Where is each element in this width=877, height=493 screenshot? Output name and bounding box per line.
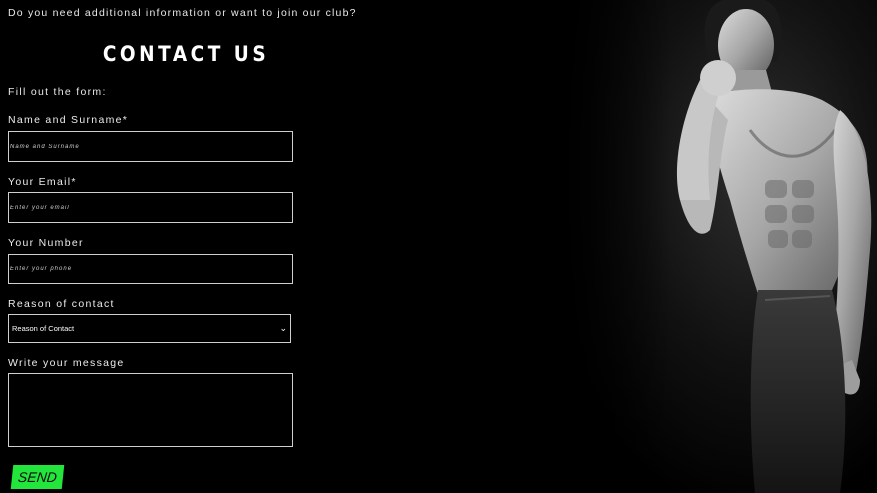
name-input[interactable] [8,131,293,162]
reason-select[interactable]: Reason of Contact ⌄ [8,314,291,343]
intro-text: Do you need additional information or wa… [8,7,357,19]
phone-input[interactable] [8,254,293,284]
phone-label: Your Number [8,237,84,249]
bodybuilder-hero-image [560,0,877,493]
message-textarea[interactable] [8,373,293,447]
chevron-down-icon: ⌄ [279,323,287,333]
reason-selected-value: Reason of Contact [12,324,75,333]
form-instructions: Fill out the form: [8,86,107,98]
reason-label: Reason of contact [8,298,115,310]
send-button[interactable]: SEND [10,465,65,489]
name-label: Name and Surname* [8,114,129,126]
email-label: Your Email* [8,176,77,188]
email-input[interactable] [8,192,293,223]
contact-page: Do you need additional information or wa… [0,0,877,493]
page-title: CONTACT US [102,42,270,66]
message-label: Write your message [8,357,125,369]
